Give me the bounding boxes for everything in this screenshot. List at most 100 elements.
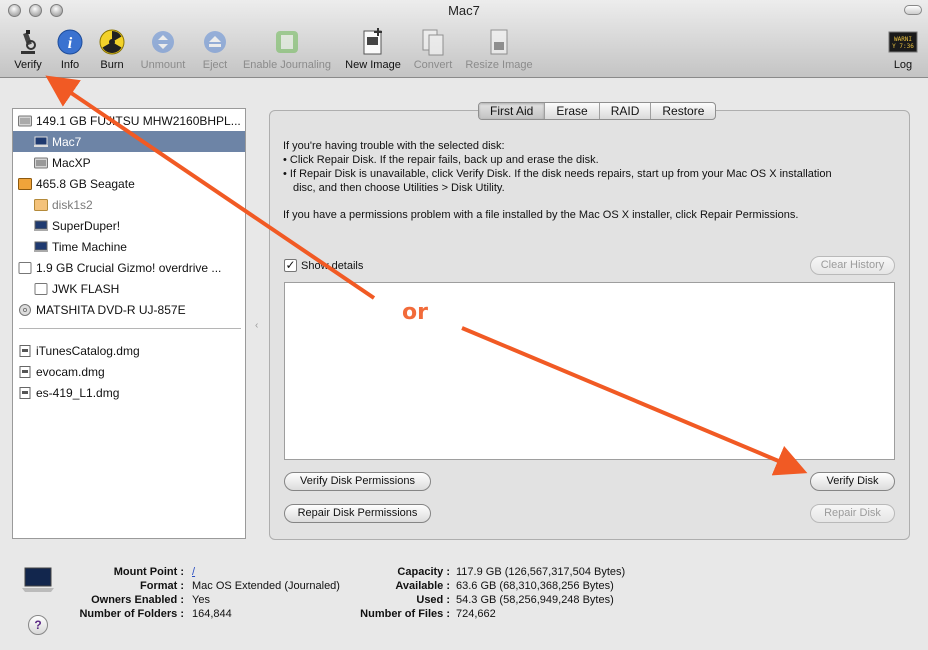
sidebar-item-label: 149.1 GB FUJITSU MHW2160BHPL... <box>36 113 241 128</box>
enable-journaling-tool-label: Enable Journaling <box>242 59 332 71</box>
verify-disk-permissions-button[interactable]: Verify Disk Permissions <box>284 472 431 491</box>
number-of-files-label: Number of Files : <box>360 608 450 620</box>
owners-enabled-label: Owners Enabled : <box>91 594 184 606</box>
sidebar-item-label: es-419_L1.dmg <box>36 385 120 400</box>
journal-icon <box>272 28 302 56</box>
sidebar-item-es419-dmg[interactable]: es-419_L1.dmg <box>13 382 245 403</box>
sidebar-item-superduper[interactable]: SuperDuper! <box>13 215 245 236</box>
svg-text:Y 7:36: Y 7:36 <box>892 43 914 50</box>
first-aid-instruction-verify-cont: disc, and then choose Utilities > Disk U… <box>293 182 505 194</box>
volume-icon <box>34 220 48 231</box>
info-tool-button[interactable]: i Info <box>54 28 86 71</box>
volume-icon <box>34 157 48 168</box>
sidebar-item-label: evocam.dmg <box>36 364 105 379</box>
help-button[interactable]: ? <box>28 615 48 635</box>
used-value: 54.3 GB (58,256,949,248 Bytes) <box>456 594 614 606</box>
available-label: Available : <box>395 580 450 592</box>
unmount-icon <box>148 28 178 56</box>
number-of-folders-label: Number of Folders : <box>79 608 184 620</box>
info-icon: i <box>55 28 85 56</box>
selected-disk-icon <box>22 566 54 597</box>
sidebar-item-label: Mac7 <box>52 134 82 149</box>
optical-disc-icon <box>19 303 31 316</box>
sidebar-item-label: MacXP <box>52 155 91 170</box>
sidebar-separator <box>19 328 241 329</box>
disk-image-icon <box>19 386 31 399</box>
tab-erase[interactable]: Erase <box>545 103 600 119</box>
convert-icon <box>418 28 448 56</box>
burn-tool-button[interactable]: Burn <box>96 28 128 71</box>
log-icon: WARNI Y 7:36 <box>888 28 918 56</box>
convert-tool-label: Convert <box>413 59 453 71</box>
format-value: Mac OS Extended (Journaled) <box>192 580 340 592</box>
mount-point-value[interactable]: / <box>192 566 195 578</box>
convert-tool-button[interactable]: Convert <box>410 28 456 71</box>
eject-tool-button[interactable]: Eject <box>199 28 231 71</box>
verify-tool-label: Verify <box>14 59 42 71</box>
external-disk-icon <box>34 198 48 211</box>
sidebar-item-dvd-drive[interactable]: MATSHITA DVD-R UJ-857E <box>13 299 245 320</box>
eject-tool-label: Eject <box>202 59 228 71</box>
volume-icon <box>34 136 48 147</box>
log-tool-button[interactable]: WARNI Y 7:36 Log <box>886 28 920 71</box>
unmount-tool-button[interactable]: Unmount <box>136 28 190 71</box>
new-image-icon <box>358 28 388 56</box>
sidebar-item-label: iTunesCatalog.dmg <box>36 343 140 358</box>
disk-image-icon <box>19 365 31 378</box>
resize-image-tool-label: Resize Image <box>465 59 533 71</box>
sidebar-item-label: SuperDuper! <box>52 218 121 233</box>
sidebar-item-label: JWK FLASH <box>52 281 120 296</box>
usb-drive-icon <box>18 261 32 274</box>
tab-first-aid[interactable]: First Aid <box>479 103 546 119</box>
split-view-handle[interactable]: ‹ <box>255 320 258 331</box>
first-aid-instruction-repair: • Click Repair Disk. If the repair fails… <box>283 154 599 166</box>
sidebar-item-macxp[interactable]: MacXP <box>13 152 245 173</box>
show-details-checkbox[interactable]: ✓ <box>284 259 297 272</box>
repair-disk-button[interactable]: Repair Disk <box>810 504 895 523</box>
verify-tool-button[interactable]: Verify <box>9 28 47 71</box>
sidebar-item-label: Time Machine <box>52 239 127 254</box>
sidebar-item-disk1s2[interactable]: disk1s2 <box>13 194 245 215</box>
sidebar-item-label: disk1s2 <box>52 197 93 212</box>
available-value: 63.6 GB (68,310,368,256 Bytes) <box>456 580 614 592</box>
burn-tool-label: Burn <box>100 59 124 71</box>
sidebar-item-jwk-flash[interactable]: JWK FLASH <box>13 278 245 299</box>
toolbar-toggle-button[interactable] <box>904 5 922 15</box>
sidebar-item-fujitsu-disk[interactable]: 149.1 GB FUJITSU MHW2160BHPL... <box>13 110 245 131</box>
repair-disk-permissions-button[interactable]: Repair Disk Permissions <box>284 504 431 523</box>
tab-restore[interactable]: Restore <box>651 103 715 119</box>
new-image-tool-label: New Image <box>345 59 401 71</box>
tab-bar: First Aid Erase RAID Restore <box>478 102 717 120</box>
details-log-area <box>284 282 895 460</box>
usb-drive-icon <box>34 282 48 295</box>
sidebar-item-evocam-dmg[interactable]: evocam.dmg <box>13 361 245 382</box>
verify-disk-button[interactable]: Verify Disk <box>810 472 895 491</box>
unmount-tool-label: Unmount <box>140 59 186 71</box>
window-toolbar: Mac7 Verify i Info Burn Unmount Eject En… <box>0 0 928 78</box>
owners-enabled-value: Yes <box>192 594 210 606</box>
resize-image-icon <box>484 28 514 56</box>
eject-icon <box>200 28 230 56</box>
enable-journaling-tool-button[interactable]: Enable Journaling <box>240 28 334 71</box>
new-image-tool-button[interactable]: New Image <box>342 28 404 71</box>
show-details-label: Show details <box>301 260 364 272</box>
sidebar-item-itunescatalog-dmg[interactable]: iTunesCatalog.dmg <box>13 340 245 361</box>
number-of-folders-value: 164,844 <box>192 608 232 620</box>
sidebar-item-seagate-disk[interactable]: 465.8 GB Seagate <box>13 173 245 194</box>
log-tool-label: Log <box>893 59 913 71</box>
disk-sidebar: 149.1 GB FUJITSU MHW2160BHPL... Mac7 Mac… <box>12 108 246 539</box>
sidebar-item-mac7[interactable]: Mac7 <box>13 131 245 152</box>
clear-history-button[interactable]: Clear History <box>810 256 895 275</box>
format-label: Format : <box>140 580 184 592</box>
microscope-icon <box>13 28 43 56</box>
sidebar-item-time-machine[interactable]: Time Machine <box>13 236 245 257</box>
annotation-or-label: or <box>402 300 428 325</box>
disk-image-icon <box>19 344 31 357</box>
tab-raid[interactable]: RAID <box>600 103 652 119</box>
svg-text:i: i <box>68 35 73 52</box>
sidebar-item-crucial-gizmo[interactable]: 1.9 GB Crucial Gizmo! overdrive ... <box>13 257 245 278</box>
first-aid-instruction-verify: • If Repair Disk is unavailable, click V… <box>283 168 832 180</box>
resize-image-tool-button[interactable]: Resize Image <box>462 28 536 71</box>
sidebar-item-label: MATSHITA DVD-R UJ-857E <box>36 302 186 317</box>
number-of-files-value: 724,662 <box>456 608 496 620</box>
